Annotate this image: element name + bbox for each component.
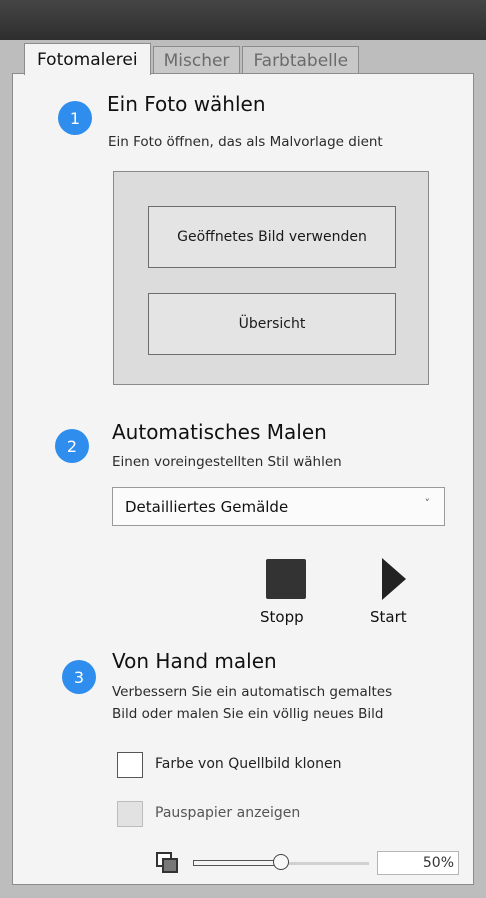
opacity-slider-fill [193, 860, 281, 866]
panel-title-bar [0, 0, 486, 40]
tracing-paper-label: Pauspapier anzeigen [155, 805, 301, 821]
step-2-badge: 2 [55, 429, 89, 463]
step-3-subtitle-line2: Bild oder malen Sie ein völlig neues Bil… [112, 706, 384, 722]
tab-mischer[interactable]: Mischer [152, 46, 241, 74]
step-1-subtitle: Ein Foto öffnen, das als Malvorlage dien… [108, 134, 383, 150]
opacity-slider-track[interactable] [193, 854, 369, 870]
start-label: Start [370, 608, 407, 626]
browse-button[interactable]: Übersicht [148, 293, 396, 355]
choose-photo-group: Geöffnetes Bild verwenden Übersicht [113, 171, 429, 385]
step-1-title: Ein Foto wählen [107, 92, 266, 116]
step-2-title: Automatisches Malen [112, 420, 327, 444]
step-2-subtitle: Einen voreingestellten Stil wählen [112, 454, 342, 470]
stop-label: Stopp [260, 608, 304, 626]
clone-color-label: Farbe von Quellbild klonen [155, 756, 342, 772]
chevron-down-icon: ˅ [424, 497, 431, 510]
start-icon[interactable] [382, 558, 406, 600]
use-open-image-button[interactable]: Geöffnetes Bild verwenden [148, 206, 396, 268]
tab-fotomalerei[interactable]: Fotomalerei [24, 43, 151, 75]
tracing-paper-checkbox[interactable] [117, 801, 143, 827]
stop-icon[interactable] [266, 559, 306, 599]
painting-style-dropdown[interactable]: Detailliertes Gemälde ˅ [112, 487, 445, 526]
step-1-badge: 1 [58, 101, 92, 135]
step-3-badge: 3 [62, 660, 96, 694]
photo-painting-panel: 1 Ein Foto wählen Ein Foto öffnen, das a… [12, 73, 474, 885]
tab-farbtabelle[interactable]: Farbtabelle [242, 46, 360, 74]
opacity-slider-thumb[interactable] [273, 854, 289, 870]
step-3-title: Von Hand malen [112, 649, 277, 673]
tab-bar: Fotomalerei Mischer Farbtabelle [24, 42, 361, 75]
layers-icon [156, 852, 178, 873]
step-3-subtitle-line1: Verbessern Sie ein automatisch gemaltes [112, 684, 393, 700]
opacity-value-field[interactable]: 50% [377, 851, 459, 875]
clone-color-checkbox[interactable] [117, 752, 143, 778]
painting-style-value: Detailliertes Gemälde [125, 497, 289, 516]
